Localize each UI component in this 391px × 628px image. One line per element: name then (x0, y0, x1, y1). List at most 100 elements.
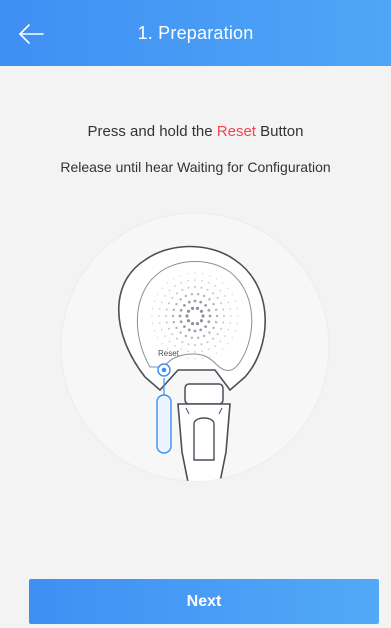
speaker-dot (207, 320, 211, 324)
speaker-dot (208, 298, 211, 301)
speaker-dot (181, 341, 184, 344)
speaker-dot (214, 321, 218, 324)
speaker-dot (160, 328, 163, 331)
speaker-dot (187, 286, 190, 289)
speaker-dot (167, 327, 170, 330)
speaker-dot (158, 308, 161, 310)
speaker-dot (151, 307, 154, 310)
reset-label: Reset (158, 349, 180, 358)
app-header: 1. Preparation (0, 0, 391, 66)
speaker-dot (215, 277, 218, 280)
speaker-dot (164, 295, 166, 297)
speaker-dot (199, 328, 203, 332)
reset-highlight: Reset (216, 123, 256, 140)
speaker-dot (187, 350, 189, 353)
speaker-dot (193, 329, 197, 333)
speaker-dot (179, 355, 182, 358)
speaker-dot (230, 315, 232, 317)
speaker-dot (220, 302, 223, 305)
speaker-dot (219, 340, 222, 343)
speaker-dot (234, 300, 237, 303)
speaker-dot (227, 287, 229, 290)
speaker-dot (179, 331, 182, 334)
speaker-dot (151, 315, 153, 317)
speaker-dot (187, 328, 191, 332)
speaker-dot (199, 319, 204, 323)
speaker-dot (207, 308, 211, 312)
speaker-dot (212, 292, 215, 295)
speaker-dot (194, 344, 196, 346)
camera-reset-illustration: Reset (60, 212, 330, 482)
speaker-dot (194, 272, 196, 274)
speaker-dot (207, 348, 210, 351)
speaker-dot (214, 285, 216, 287)
speaker-dot (186, 309, 191, 313)
device-inner-plate (136, 261, 253, 371)
speaker-dot (174, 285, 176, 287)
speaker-dot (236, 307, 239, 310)
speaker-dot (221, 348, 224, 350)
speaker-dot (171, 333, 174, 336)
speaker-dot (190, 293, 194, 296)
speaker-dot (201, 314, 205, 318)
speaker-dot (181, 288, 184, 291)
next-button[interactable]: Next (29, 579, 379, 624)
speaker-dot (223, 315, 225, 317)
pin-tool (156, 394, 172, 454)
speaker-dot (187, 300, 191, 304)
speaker-dot (212, 302, 215, 306)
speaker-dot (161, 287, 163, 290)
speaker-dot (222, 308, 225, 311)
speaker-dot (234, 329, 237, 332)
speaker-dot (237, 315, 239, 317)
speaker-dot (194, 286, 196, 288)
speaker-dot (184, 294, 188, 298)
speaker-dot (199, 300, 203, 304)
speaker-dot (186, 357, 189, 360)
speaker-dot (195, 306, 200, 310)
speaker-dot (171, 296, 174, 299)
speaker-dot (214, 308, 218, 311)
speaker-dot (160, 301, 163, 304)
speaker-dot (201, 279, 203, 282)
speaker-dot (236, 322, 239, 325)
speaker-dot (200, 286, 203, 289)
mount-slot (193, 417, 215, 461)
speaker-dot (224, 295, 226, 297)
speaker-dot (161, 342, 163, 345)
speaker-dot (165, 315, 167, 317)
speaker-dot (168, 289, 171, 292)
instruction-line-2: Release until hear Waiting for Configura… (60, 159, 331, 175)
speaker-dot (212, 326, 215, 330)
speaker-dot (184, 334, 188, 338)
speaker-dot (202, 334, 206, 338)
speaker-dot (190, 336, 194, 339)
speaker-dot (175, 292, 178, 295)
speaker-dot (172, 321, 176, 324)
speaker-dot (208, 331, 211, 334)
speaker-dot (215, 352, 218, 355)
speaker-dot (153, 300, 156, 303)
speaker-dot (231, 336, 234, 339)
speaker-dot (194, 279, 196, 281)
speaker-dot (187, 279, 189, 282)
speaker-dot (179, 320, 183, 324)
speaker-dot (212, 337, 215, 340)
speaker-dot (216, 333, 219, 336)
speaker-dot (216, 296, 219, 299)
speaker-dot (187, 343, 190, 346)
speaker-dot (196, 293, 200, 296)
speaker-dot (204, 325, 208, 329)
speaker-dot (208, 274, 211, 277)
speaker-dot (208, 355, 211, 358)
speaker-dot (179, 298, 182, 301)
reset-button-dot (161, 367, 167, 373)
speaker-dot (231, 293, 234, 296)
speaker-dot (219, 289, 222, 292)
speaker-dot (220, 327, 223, 330)
speaker-dot (168, 340, 171, 343)
speaker-dot (158, 315, 160, 317)
speaker-dot (214, 345, 216, 347)
speaker-dot (200, 343, 203, 346)
speaker-dot (229, 322, 232, 324)
